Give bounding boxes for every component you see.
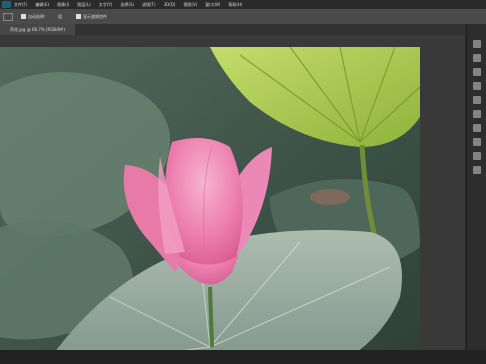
channels-panel-icon[interactable] — [473, 96, 481, 104]
swatches-panel-icon[interactable] — [473, 68, 481, 76]
lotus-photo — [0, 47, 420, 350]
auto-select-label: 自动选择： — [28, 13, 48, 19]
menu-layer[interactable]: 图层(L) — [77, 0, 90, 9]
paths-panel-icon[interactable] — [473, 110, 481, 118]
group-dropdown[interactable]: 组 — [58, 14, 62, 20]
brush-panel-icon[interactable] — [473, 152, 481, 160]
document-tabs: 荷花.jpg @ 66.7% (RGB/8#) — [0, 24, 486, 35]
show-transform-checkbox[interactable] — [76, 14, 81, 19]
document-tab[interactable]: 荷花.jpg @ 66.7% (RGB/8#) — [0, 24, 75, 35]
tool-options-bar: 自动选择： 组 显示变换控件 — [0, 9, 486, 25]
layers-panel-icon[interactable] — [473, 82, 481, 90]
menu-filter[interactable]: 滤镜(T) — [142, 0, 156, 9]
menu-help[interactable]: 帮助(H) — [228, 0, 242, 9]
menu-select[interactable]: 选择(S) — [120, 0, 134, 9]
menu-3d[interactable]: 3D(D) — [164, 0, 176, 9]
status-bar — [0, 350, 486, 364]
photoshop-logo-icon[interactable] — [2, 1, 11, 8]
character-panel-icon[interactable] — [473, 166, 481, 174]
menu-type[interactable]: 文字(Y) — [99, 0, 113, 9]
right-panel-dock — [466, 24, 486, 350]
image-canvas[interactable] — [0, 47, 420, 350]
show-transform-label: 显示变换控件 — [83, 13, 107, 19]
workspace — [0, 35, 466, 350]
properties-panel-icon[interactable] — [473, 138, 481, 146]
menu-file[interactable]: 文件(F) — [14, 0, 27, 9]
history-panel-icon[interactable] — [473, 40, 481, 48]
menu-edit[interactable]: 编辑(E) — [35, 0, 49, 9]
color-panel-icon[interactable] — [473, 54, 481, 62]
menu-window[interactable]: 窗口(W) — [205, 0, 220, 9]
menu-view[interactable]: 视图(V) — [183, 0, 197, 9]
adjustments-panel-icon[interactable] — [473, 124, 481, 132]
auto-select-checkbox[interactable] — [21, 14, 26, 19]
menu-image[interactable]: 图像(I) — [57, 0, 69, 9]
move-tool-icon[interactable] — [3, 12, 13, 21]
menu-bar: 文件(F) 编辑(E) 图像(I) 图层(L) 文字(Y) 选择(S) 滤镜(T… — [0, 0, 486, 9]
